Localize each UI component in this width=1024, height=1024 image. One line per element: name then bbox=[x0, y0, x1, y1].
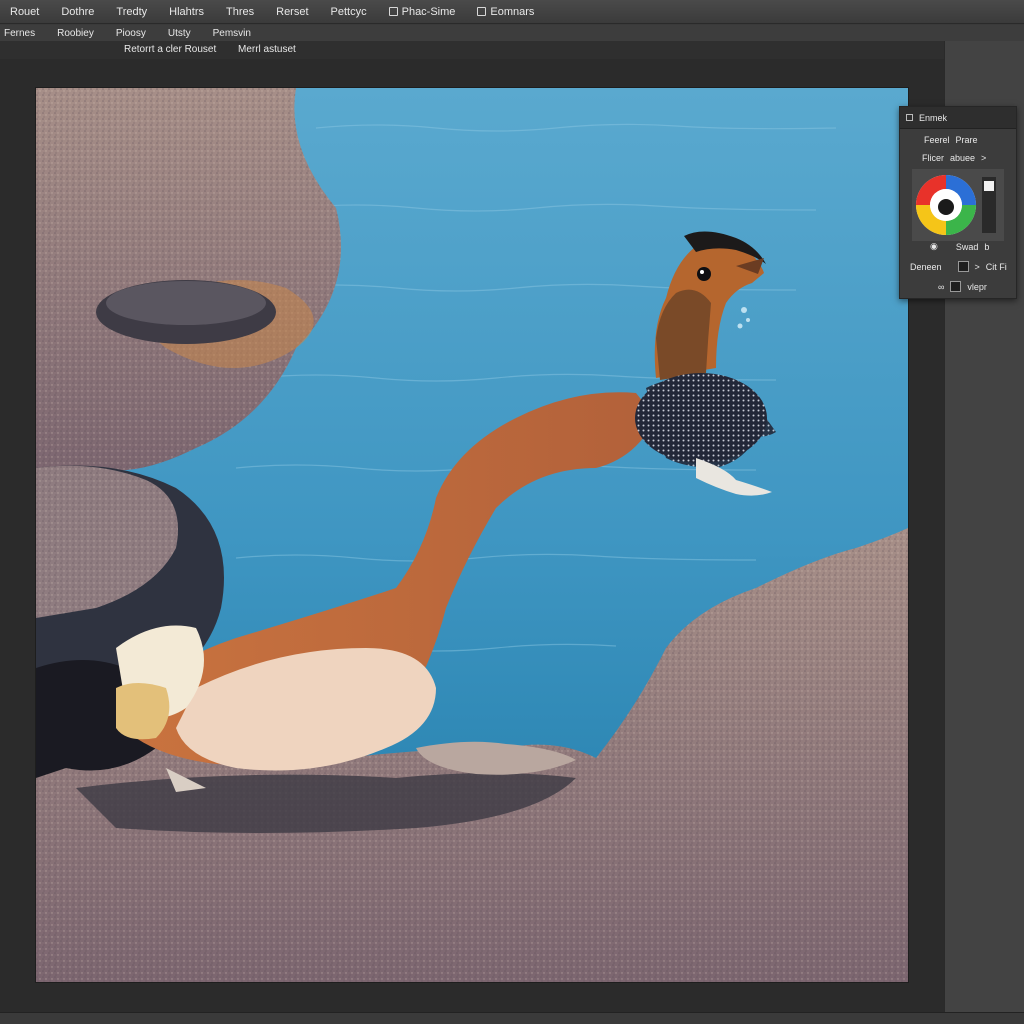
menu-item-7[interactable]: Pettcyc bbox=[331, 6, 367, 18]
menu-item-label: Rouet bbox=[10, 5, 40, 18]
canvas[interactable] bbox=[36, 88, 908, 982]
menu-item-5[interactable]: Thres bbox=[226, 6, 254, 18]
option-item-5[interactable]: Pemsvin bbox=[213, 28, 251, 39]
swatch-icon[interactable] bbox=[957, 261, 969, 272]
option-item-2[interactable]: Roobiey bbox=[57, 28, 94, 39]
menu-item-label: Phac-Sime bbox=[401, 5, 456, 18]
panel-row2-label: Flicer bbox=[922, 153, 944, 163]
photo-image bbox=[36, 88, 908, 982]
menu-item-label: Thres bbox=[226, 5, 255, 18]
menu-item-9[interactable]: Eomnars bbox=[477, 6, 534, 18]
layer-thumb-icon[interactable] bbox=[950, 281, 962, 292]
panel-row-5: ∞ vlepr bbox=[938, 281, 987, 292]
menu-item-4[interactable]: Hlahtrs bbox=[169, 6, 204, 18]
square-icon bbox=[477, 7, 487, 16]
document-tab-bar: Retorrt a cler Rouset Merrl astuset bbox=[0, 41, 944, 59]
panel-tabs-row: Feerel Prare bbox=[924, 135, 978, 145]
chevron-right-icon[interactable]: > bbox=[975, 262, 980, 272]
menu-item-label: Dothre bbox=[61, 5, 95, 18]
menu-item-2[interactable]: Dothre bbox=[61, 6, 94, 18]
color-wheel-graphic bbox=[912, 169, 1004, 241]
panel-row5-label[interactable]: vlepr bbox=[967, 282, 987, 292]
option-item-4[interactable]: Utsty bbox=[168, 28, 191, 39]
menu-bar: Rouet Dothre Tredty Hlahtrs Thres Rerset… bbox=[0, 0, 1024, 24]
menu-item-label: Hlahtrs bbox=[169, 5, 204, 18]
panel-title: Enmek bbox=[919, 112, 948, 123]
panel-row3-label[interactable]: Swad bbox=[956, 242, 979, 252]
panel-tab-2[interactable]: Prare bbox=[956, 135, 978, 145]
panel-menu-icon[interactable] bbox=[906, 114, 913, 121]
panel-row-3: ◉ Swad b bbox=[930, 241, 989, 252]
panel-tab-1[interactable]: Feerel bbox=[924, 135, 950, 145]
square-icon bbox=[388, 7, 398, 16]
panel-row3-mark: b bbox=[984, 241, 990, 252]
panel-row-4: Deneen > Cit Fi bbox=[910, 261, 1007, 272]
menu-item-label: Pettcyc bbox=[330, 5, 367, 18]
menu-item-8[interactable]: Phac-Sime bbox=[388, 5, 456, 18]
link-icon[interactable]: ∞ bbox=[938, 282, 944, 292]
option-item-1[interactable]: Fernes bbox=[4, 28, 35, 39]
panel-row-2: Flicer abuee > bbox=[922, 153, 986, 163]
options-bar: Fernes Roobiey Pioosy Utsty Pemsvin bbox=[0, 25, 1024, 41]
document-tab-2[interactable]: Merrl astuset bbox=[238, 44, 296, 55]
menu-item-6[interactable]: Rerset bbox=[276, 6, 308, 18]
status-bar bbox=[0, 1012, 1024, 1024]
panel-row2-value[interactable]: abuee bbox=[950, 153, 975, 163]
menu-item-label: Tredty bbox=[116, 5, 148, 18]
menu-item-label: Rerset bbox=[276, 5, 309, 18]
menu-item-1[interactable]: Rouet bbox=[10, 6, 39, 18]
menu-item-3[interactable]: Tredty bbox=[116, 6, 147, 18]
menu-item-label: Eomnars bbox=[490, 5, 535, 18]
panel-row4-right[interactable]: Cit Fi bbox=[986, 262, 1007, 272]
panel-header[interactable]: Enmek bbox=[900, 107, 1016, 129]
option-item-3[interactable]: Pioosy bbox=[116, 28, 146, 39]
floating-panel[interactable]: Enmek Feerel Prare Flicer abuee > ◉ Swad… bbox=[899, 106, 1017, 299]
document-tab-1[interactable]: Retorrt a cler Rouset bbox=[124, 44, 216, 55]
color-wheel[interactable] bbox=[912, 169, 1004, 241]
chevron-right-icon[interactable]: > bbox=[981, 153, 986, 163]
eye-icon[interactable]: ◉ bbox=[930, 241, 938, 252]
panel-row4-left[interactable]: Deneen bbox=[910, 262, 942, 272]
